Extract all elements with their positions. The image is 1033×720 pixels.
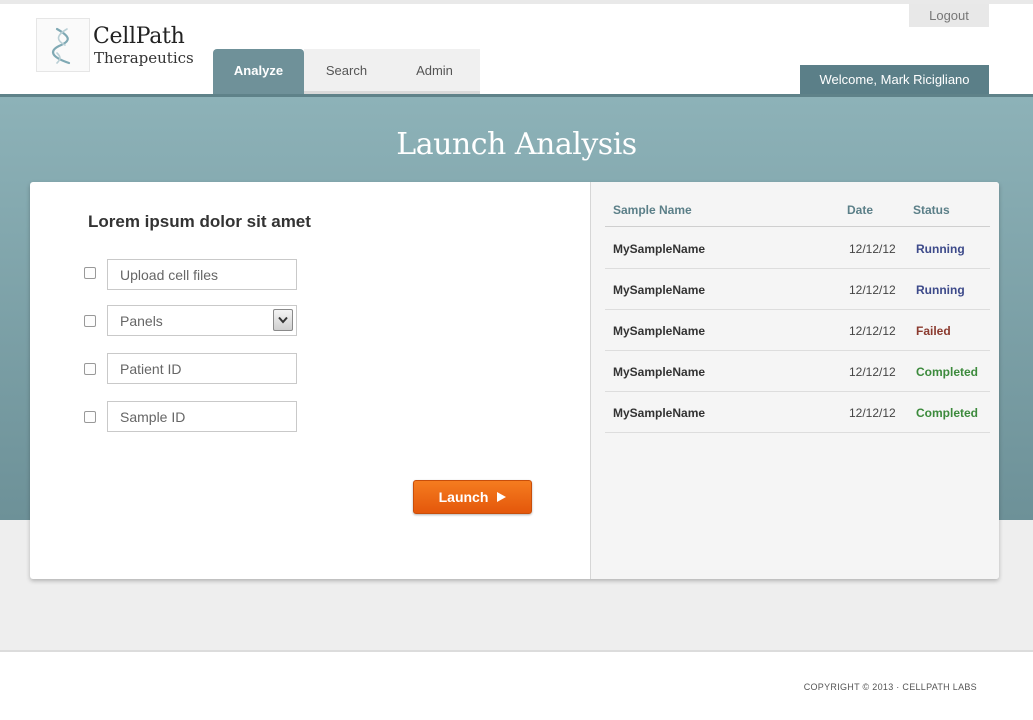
copyright-text: COPYRIGHT © 2013 · CELLPATH LABS: [803, 682, 977, 692]
table-row[interactable]: MySampleName 12/12/12 Completed: [605, 392, 990, 433]
tab-analyze[interactable]: Analyze: [213, 49, 304, 94]
table-row[interactable]: MySampleName 12/12/12 Completed: [605, 351, 990, 392]
main-tabs: Analyze Search Admin: [213, 49, 480, 94]
table-row[interactable]: MySampleName 12/12/12 Running: [605, 228, 990, 269]
date-cell: 12/12/12: [849, 283, 896, 297]
upload-checkbox[interactable]: [84, 267, 96, 279]
welcome-badge: Welcome, Mark Ricigliano: [800, 65, 989, 94]
status-cell: Running: [916, 242, 965, 256]
header-divider: [605, 226, 990, 227]
tab-search[interactable]: Search: [304, 49, 389, 94]
play-icon: [497, 492, 507, 502]
upload-cell-files-input[interactable]: Upload cell files: [107, 259, 297, 290]
date-cell: 12/12/12: [849, 365, 896, 379]
status-cell: Completed: [916, 365, 979, 379]
panels-select-value: Panels: [120, 312, 163, 329]
sample-name-cell: MySampleName: [613, 406, 706, 420]
form-title: Lorem ipsum dolor sit amet: [88, 212, 311, 231]
launch-button-label: Launch: [438, 489, 489, 505]
date-cell: 12/12/12: [849, 242, 896, 256]
sample-id-checkbox[interactable]: [84, 411, 96, 423]
samples-panel: Sample Name Date Status MySampleName 12/…: [590, 182, 999, 579]
sample-name-cell: MySampleName: [613, 324, 706, 338]
sample-name-cell: MySampleName: [613, 283, 706, 297]
brand-logo[interactable]: CellPath Therapeutics: [36, 18, 196, 74]
tab-admin[interactable]: Admin: [389, 49, 480, 94]
status-cell: Failed: [916, 324, 951, 338]
panels-select[interactable]: Panels: [107, 305, 297, 336]
status-cell: Running: [916, 283, 965, 297]
sample-name-cell: MySampleName: [613, 242, 706, 256]
date-cell: 12/12/12: [849, 406, 896, 420]
page-title: Launch Analysis: [396, 127, 637, 162]
patient-id-checkbox[interactable]: [84, 363, 96, 375]
footer: COPYRIGHT © 2013 · CELLPATH LABS: [0, 650, 1033, 720]
patient-id-input[interactable]: Patient ID: [107, 353, 297, 384]
brand-name: CellPath: [93, 24, 185, 49]
brand-tagline: Therapeutics: [94, 49, 194, 67]
sample-name-cell: MySampleName: [613, 365, 706, 379]
header-date: Date: [847, 203, 874, 217]
table-row[interactable]: MySampleName 12/12/12 Running: [605, 269, 990, 310]
dna-icon: [36, 18, 90, 72]
launch-button[interactable]: Launch: [413, 480, 532, 514]
table-row[interactable]: MySampleName 12/12/12 Failed: [605, 310, 990, 351]
panels-checkbox[interactable]: [84, 315, 96, 327]
status-cell: Completed: [916, 406, 979, 420]
header-sample-name: Sample Name: [613, 203, 692, 217]
logout-button[interactable]: Logout: [909, 4, 989, 27]
date-cell: 12/12/12: [849, 324, 896, 338]
chevron-down-icon[interactable]: [273, 309, 293, 331]
launch-card: Lorem ipsum dolor sit amet Upload cell f…: [30, 182, 999, 579]
sample-id-input[interactable]: Sample ID: [107, 401, 297, 432]
header-status: Status: [913, 203, 950, 217]
